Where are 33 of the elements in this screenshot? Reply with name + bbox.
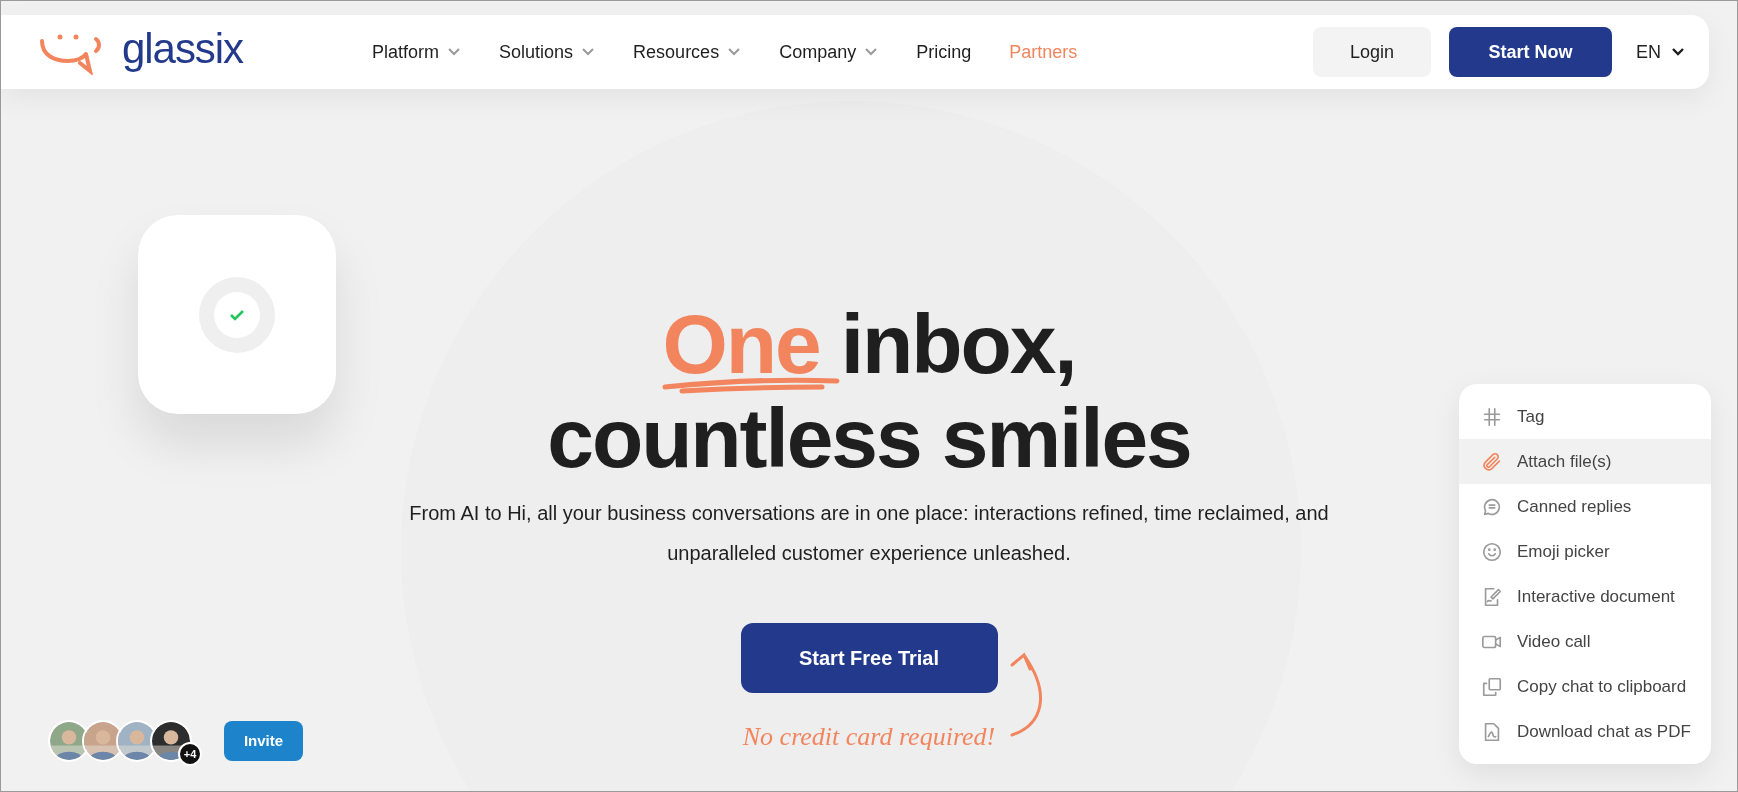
menu-item[interactable]: Emoji picker (1459, 529, 1711, 574)
menu-item[interactable]: Tag (1459, 394, 1711, 439)
check-icon (229, 308, 245, 321)
menu-item[interactable]: Canned replies (1459, 484, 1711, 529)
hash-icon (1481, 405, 1503, 428)
chevron-down-icon (864, 47, 879, 57)
nav-link[interactable]: Solutions (499, 38, 596, 66)
language-selector[interactable]: EN (1636, 38, 1685, 66)
hero-subtitle: From AI to Hi, all your business conversations are in one place: interactions refined, time reclaimed, and unparalleled customer experience unleashed. (408, 501, 1330, 566)
paperclip-icon (1481, 450, 1503, 473)
menu-item[interactable]: Video call (1459, 619, 1711, 664)
extra-count-badge: +4 (178, 742, 202, 766)
nav-link[interactable]: Platform (372, 38, 462, 66)
start-free-trial-button[interactable]: Start Free Trial (740, 623, 998, 693)
chevron-down-icon (447, 47, 462, 57)
nav-link[interactable]: Company (779, 38, 879, 66)
invite-button[interactable]: Invite (224, 721, 303, 761)
logo-wordmark: glassix (122, 28, 244, 70)
smiley-icon (1481, 540, 1503, 563)
start-now-button[interactable]: Start Now (1449, 27, 1612, 77)
chevron-down-icon (727, 47, 742, 57)
handwritten-note: No credit card required! (742, 721, 996, 753)
login-button[interactable]: Login (1313, 27, 1431, 77)
menu-item[interactable]: Copy chat to clipboard (1459, 664, 1711, 709)
nav-link[interactable]: Resources (633, 38, 742, 66)
menu-item[interactable]: Interactive document (1459, 574, 1711, 619)
chevron-down-icon (1671, 47, 1685, 57)
hero-headline: One inbox, countless smiles (547, 297, 1191, 485)
menu-item[interactable]: Attach file(s) (1459, 439, 1711, 484)
copy-icon (1481, 675, 1503, 698)
nav-link[interactable]: Pricing (916, 38, 972, 66)
menu-item[interactable]: Download chat as PDF (1459, 709, 1711, 754)
chevron-down-icon (581, 47, 596, 57)
